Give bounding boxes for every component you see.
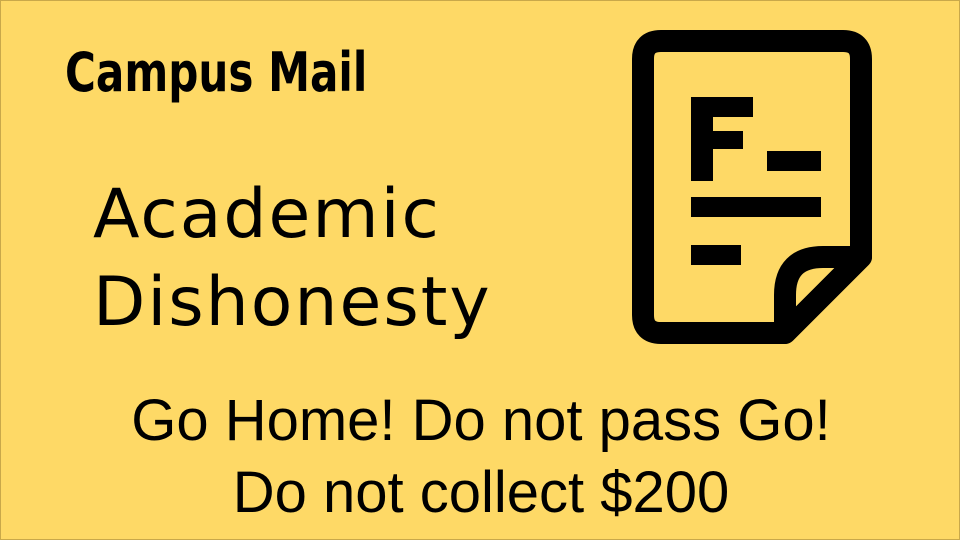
failing-grade-document-icon xyxy=(632,30,872,344)
slide-subtitle: Go Home! Do not pass Go! Do not collect … xyxy=(1,385,960,529)
title-line-2: Dishonesty xyxy=(93,263,492,342)
subtitle-line-1: Go Home! Do not pass Go! xyxy=(131,388,831,453)
subtitle-line-2: Do not collect $200 xyxy=(232,460,730,525)
grade-blank-line xyxy=(767,151,821,171)
slide-title: Academic Dishonesty xyxy=(93,171,573,347)
slide-card: Campus Mail Academic Dishonesty Go Home!… xyxy=(0,0,960,540)
document-fold xyxy=(774,246,872,344)
grade-f-middle xyxy=(691,131,743,149)
grade-f-top xyxy=(691,97,753,117)
title-line-1: Academic xyxy=(93,175,441,254)
text-line-2 xyxy=(691,245,741,265)
slide-header: Campus Mail xyxy=(65,41,368,104)
text-line-1 xyxy=(691,197,821,217)
